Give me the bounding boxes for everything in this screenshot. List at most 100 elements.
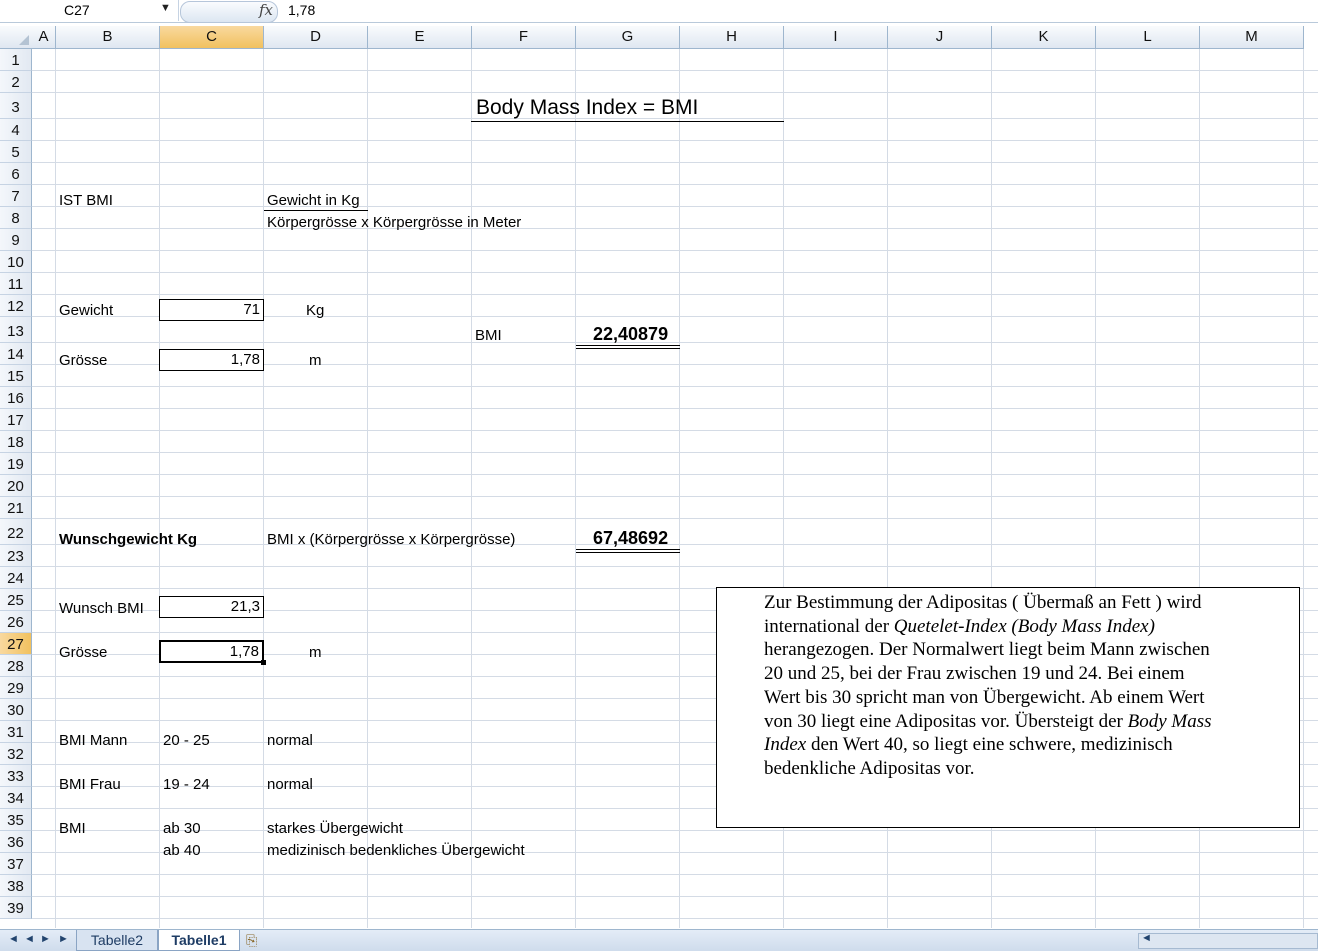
row-header-39[interactable]: 39 [0,897,32,919]
row-header-3[interactable]: 3 [0,93,32,119]
tab-tabelle1[interactable]: Tabelle1 [158,930,240,951]
row-header-13[interactable]: 13 [0,317,32,343]
row-header-36[interactable]: 36 [0,831,32,853]
ab40-label[interactable]: ab 40 [163,842,201,859]
sheet-title[interactable]: Body Mass Index = BMI [476,96,698,120]
row-header-20[interactable]: 20 [0,475,32,497]
wunsch-bmi-input-cell[interactable]: 21,3 [159,596,264,618]
column-header-b[interactable]: B [56,26,160,49]
ist-bmi-label[interactable]: IST BMI [59,192,113,209]
column-header-e[interactable]: E [368,26,472,49]
wunschgewicht-formula[interactable]: BMI x (Körpergrösse x Körpergrösse) [267,531,515,548]
row-header-22[interactable]: 22 [0,519,32,545]
gewicht-input-cell[interactable]: 71 [159,299,264,321]
row-header-23[interactable]: 23 [0,545,32,567]
wunsch-bmi-label[interactable]: Wunsch BMI [59,600,144,617]
ab30-status[interactable]: starkes Übergewicht [267,820,403,837]
ab30-label[interactable]: ab 30 [163,820,201,837]
row-header-31[interactable]: 31 [0,721,32,743]
row-header-33[interactable]: 33 [0,765,32,787]
bmi-mann-status[interactable]: normal [267,732,313,749]
bmi-mann-label[interactable]: BMI Mann [59,732,127,749]
row-header-35[interactable]: 35 [0,809,32,831]
column-header-j[interactable]: J [888,26,992,49]
groesse2-label[interactable]: Grösse [59,644,107,661]
last-sheet-icon[interactable]: ► [58,933,69,945]
bmi-label-2[interactable]: BMI [59,820,86,837]
spreadsheet-grid[interactable]: ABCDEFGHIJKLM 1 2 3 4 5 6 7 8 9 10 11 12 13 14 15 16 17 1… [0,26,1318,928]
column-header-d[interactable]: D [264,26,368,49]
column-header-m[interactable]: M [1200,26,1304,49]
row-header-18[interactable]: 18 [0,431,32,453]
chevron-down-icon[interactable]: ▼ [160,2,171,14]
wunschgewicht-result[interactable]: 67,48692 [593,528,668,549]
row-header-5[interactable]: 5 [0,141,32,163]
bmi-mann-range[interactable]: 20 - 25 [163,732,210,749]
column-header-i[interactable]: I [784,26,888,49]
info-textbox[interactable]: Zur Bestimmung der Adipositas ( Übermaß … [716,587,1300,828]
bmi-label[interactable]: BMI [475,327,502,344]
row-header-27[interactable]: 27 [0,633,32,655]
row-header-29[interactable]: 29 [0,677,32,699]
bmi-frau-range[interactable]: 19 - 24 [163,776,210,793]
tab-tabelle2[interactable]: Tabelle2 [76,930,158,951]
wunschgewicht-label[interactable]: Wunschgewicht Kg [59,531,197,548]
next-sheet-icon[interactable]: ► [40,933,51,945]
row-header-16[interactable]: 16 [0,387,32,409]
row-header-11[interactable]: 11 [0,273,32,295]
bmi-frau-status[interactable]: normal [267,776,313,793]
row-header-25[interactable]: 25 [0,589,32,611]
row-header-34[interactable]: 34 [0,787,32,809]
row-header-28[interactable]: 28 [0,655,32,677]
row-header-26[interactable]: 26 [0,611,32,633]
row-header-32[interactable]: 32 [0,743,32,765]
row-header-30[interactable]: 30 [0,699,32,721]
insert-sheet-icon[interactable]: ⎘ [246,932,257,949]
row-header-1[interactable]: 1 [0,49,32,71]
groesse-label[interactable]: Grösse [59,352,107,369]
column-header-k[interactable]: K [992,26,1096,49]
formula-input[interactable]: 1,78 [288,2,315,18]
row-header-2[interactable]: 2 [0,71,32,93]
gewicht-label[interactable]: Gewicht [59,302,113,319]
prev-sheet-icon[interactable]: ◄ [24,933,35,945]
row-header-38[interactable]: 38 [0,875,32,897]
column-header-g[interactable]: G [576,26,680,49]
column-header-f[interactable]: F [472,26,576,49]
function-icon[interactable]: fx [259,1,273,19]
name-box[interactable]: C27 ▼ [0,0,179,21]
row-header-19[interactable]: 19 [0,453,32,475]
formula-denominator[interactable]: Körpergrösse x Körpergrösse in Meter [267,214,521,231]
bmi-result[interactable]: 22,40879 [593,324,668,345]
row-header-14[interactable]: 14 [0,343,32,365]
row-header-8[interactable]: 8 [0,207,32,229]
row-header-24[interactable]: 24 [0,567,32,589]
selected-cell-c27[interactable]: 1,78 [159,640,264,663]
groesse-unit[interactable]: m [309,352,322,369]
column-header-a[interactable]: A [32,26,56,49]
scroll-left-icon[interactable]: ◄ [1141,932,1152,944]
bmi-frau-label[interactable]: BMI Frau [59,776,121,793]
groesse-input-cell[interactable]: 1,78 [159,349,264,371]
row-header-15[interactable]: 15 [0,365,32,387]
column-header-h[interactable]: H [680,26,784,49]
row-header-9[interactable]: 9 [0,229,32,251]
row-header-4[interactable]: 4 [0,119,32,141]
column-header-c[interactable]: C [160,26,264,49]
gewicht-unit[interactable]: Kg [306,302,324,319]
insert-function-area[interactable]: fx [180,1,278,23]
row-header-10[interactable]: 10 [0,251,32,273]
ab40-status[interactable]: medizinisch bedenkliches Übergewicht [267,842,525,859]
row-header-7[interactable]: 7 [0,185,32,207]
row-header-17[interactable]: 17 [0,409,32,431]
column-header-l[interactable]: L [1096,26,1200,49]
fill-handle[interactable] [261,660,266,665]
horizontal-scrollbar[interactable]: ◄ [1138,932,1318,949]
formula-numerator[interactable]: Gewicht in Kg [267,192,360,209]
row-header-37[interactable]: 37 [0,853,32,875]
row-header-6[interactable]: 6 [0,163,32,185]
row-header-21[interactable]: 21 [0,497,32,519]
row-header-12[interactable]: 12 [0,295,32,317]
groesse2-unit[interactable]: m [309,644,322,661]
first-sheet-icon[interactable]: ◄ [8,933,19,945]
